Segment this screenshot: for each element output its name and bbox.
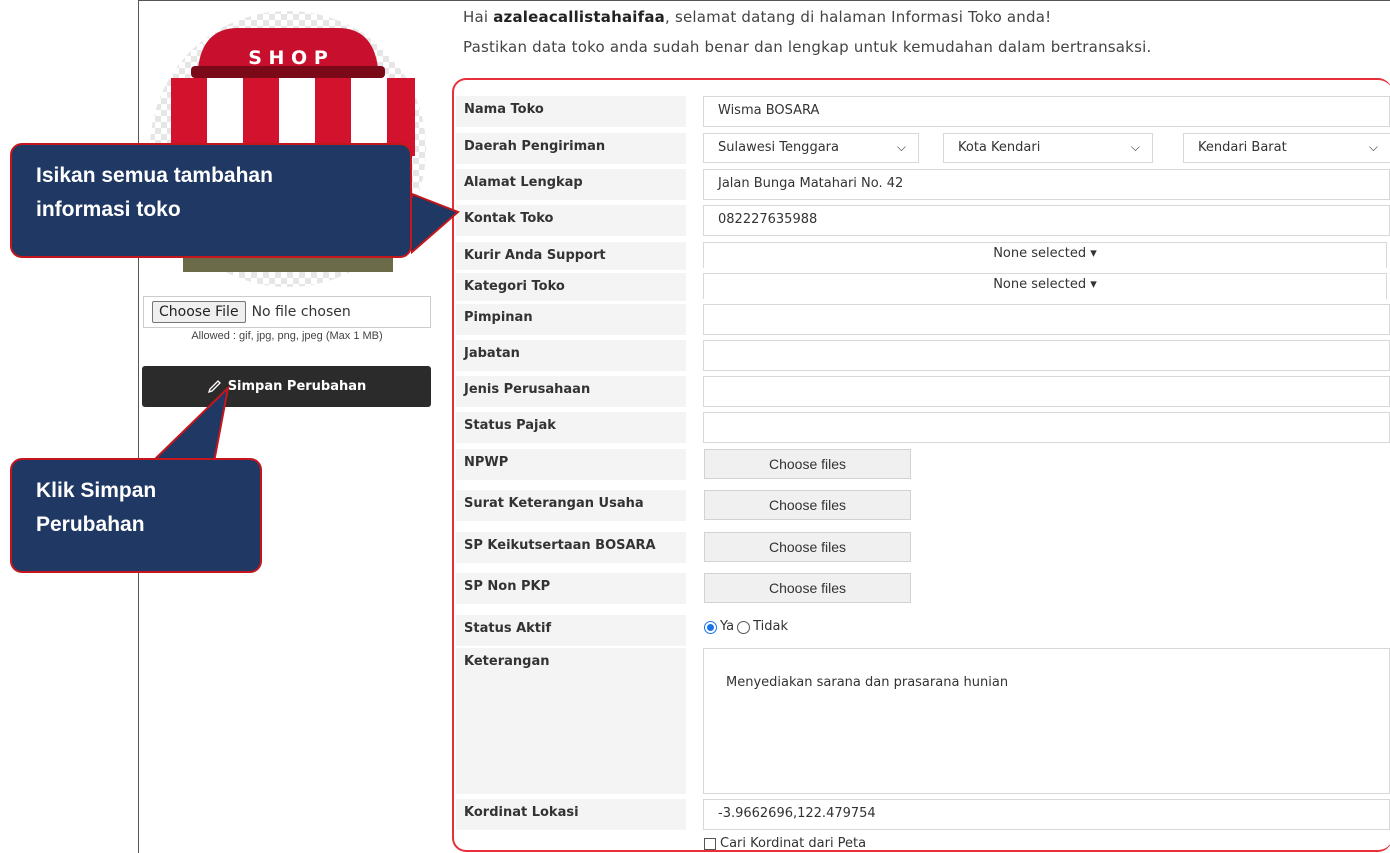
radio-tidak-label: Tidak bbox=[753, 619, 789, 634]
radio-ya-label: Ya bbox=[720, 619, 735, 634]
label-sp-pkp: SP Non PKP bbox=[456, 573, 686, 604]
label-kordinat: Kordinat Lokasi bbox=[456, 799, 686, 830]
username: azaleacallistahaifaa bbox=[493, 8, 666, 26]
alamat-input[interactable]: Jalan Bunga Matahari No. 42 bbox=[703, 169, 1390, 200]
row-daerah: Daerah Pengiriman Sulawesi Tenggara ⌵ Kot… bbox=[456, 133, 1390, 164]
sp-pkp-file-button[interactable]: Choose files bbox=[704, 573, 911, 603]
row-pimpinan: Pimpinan bbox=[456, 304, 1390, 335]
radio-ya[interactable] bbox=[704, 621, 717, 634]
cari-kordinat-option[interactable]: Cari Kordinat dari Peta bbox=[704, 836, 866, 851]
label-status-aktif: Status Aktif bbox=[456, 615, 686, 646]
npwp-file-button[interactable]: Choose files bbox=[704, 449, 911, 479]
callout-info: Isikan semua tambahan informasi toko bbox=[10, 143, 412, 258]
status-aktif-options: Ya Tidak bbox=[704, 619, 788, 634]
greeting-line: Hai azaleacallistahaifaa, selamat datang… bbox=[463, 8, 1052, 26]
callout-save: Klik Simpan Perubahan bbox=[10, 458, 262, 573]
allowed-formats: Allowed : gif, jpg, png, jpeg (Max 1 MB) bbox=[191, 330, 383, 342]
label-nama-toko: Nama Toko bbox=[456, 96, 686, 127]
pajak-input[interactable] bbox=[703, 412, 1390, 443]
row-keterangan: Keterangan Menyediakan sarana dan prasar… bbox=[456, 648, 1390, 794]
row-sp-pkp: SP Non PKP Choose files bbox=[456, 573, 1390, 604]
label-alamat: Alamat Lengkap bbox=[456, 169, 686, 200]
pimpinan-input[interactable] bbox=[703, 304, 1390, 335]
label-daerah: Daerah Pengiriman bbox=[456, 133, 686, 164]
radio-tidak[interactable] bbox=[737, 621, 751, 634]
row-jenis: Jenis Perusahaan bbox=[456, 376, 1390, 407]
keterangan-textarea[interactable]: Menyediakan sarana dan prasarana hunian bbox=[703, 648, 1390, 794]
choose-file-button[interactable]: Choose File bbox=[152, 301, 246, 323]
district-select[interactable]: Kendari Barat ⌵ bbox=[1183, 133, 1390, 163]
sp-bosara-file-button[interactable]: Choose files bbox=[704, 532, 911, 562]
chevron-down-icon: ⌵ bbox=[896, 140, 906, 154]
shop-logo-text: S H O P bbox=[248, 47, 328, 69]
row-jabatan: Jabatan bbox=[456, 340, 1390, 371]
cari-kordinat-label: Cari Kordinat dari Peta bbox=[720, 836, 867, 851]
row-npwp: NPWP Choose files bbox=[456, 449, 1390, 480]
callout-save-tail bbox=[149, 385, 230, 465]
row-status-aktif: Status Aktif Ya Tidak bbox=[456, 615, 1390, 646]
label-jabatan: Jabatan bbox=[456, 340, 686, 371]
chevron-down-icon: ⌵ bbox=[1368, 140, 1378, 154]
row-sp-bosara: SP Keikutsertaan BOSARA Choose files bbox=[456, 532, 1390, 563]
label-sp-bosara: SP Keikutsertaan BOSARA bbox=[456, 532, 686, 563]
row-alamat: Alamat Lengkap Jalan Bunga Matahari No. … bbox=[456, 169, 1390, 200]
row-kurir: Kurir Anda Support None selected ▾ bbox=[456, 242, 1390, 270]
row-kategori: Kategori Toko None selected ▾ bbox=[456, 273, 1390, 301]
row-kordinat: Kordinat Lokasi -3.9662696,122.479754 bbox=[456, 799, 1390, 830]
row-pajak: Status Pajak bbox=[456, 412, 1390, 443]
row-nama-toko: Nama Toko Wisma BOSARA bbox=[456, 96, 1390, 127]
row-kontak: Kontak Toko 082227635988 bbox=[456, 205, 1390, 236]
greeting-note: Pastikan data toko anda sudah benar dan … bbox=[463, 38, 1152, 56]
label-sku: Surat Keterangan Usaha bbox=[456, 490, 686, 521]
jabatan-input[interactable] bbox=[703, 340, 1390, 371]
label-pimpinan: Pimpinan bbox=[456, 304, 686, 335]
province-select[interactable]: Sulawesi Tenggara ⌵ bbox=[703, 133, 919, 163]
kategori-multiselect[interactable]: None selected ▾ bbox=[703, 273, 1387, 299]
nama-toko-input[interactable]: Wisma BOSARA bbox=[703, 96, 1390, 127]
chevron-down-icon: ⌵ bbox=[1130, 140, 1140, 154]
kontak-input[interactable]: 082227635988 bbox=[703, 205, 1390, 236]
label-pajak: Status Pajak bbox=[456, 412, 686, 443]
label-jenis: Jenis Perusahaan bbox=[456, 376, 686, 407]
file-status: No file chosen bbox=[251, 304, 351, 320]
label-keterangan: Keterangan bbox=[456, 648, 686, 794]
row-sku: Surat Keterangan Usaha Choose files bbox=[456, 490, 1390, 521]
cari-kordinat-checkbox[interactable] bbox=[704, 837, 716, 850]
label-kategori: Kategori Toko bbox=[456, 273, 686, 301]
kurir-multiselect[interactable]: None selected ▾ bbox=[703, 242, 1387, 268]
city-select[interactable]: Kota Kendari ⌵ bbox=[943, 133, 1153, 163]
kordinat-input[interactable]: -3.9662696,122.479754 bbox=[703, 799, 1390, 830]
jenis-input[interactable] bbox=[703, 376, 1390, 407]
sku-file-button[interactable]: Choose files bbox=[704, 490, 911, 520]
label-kurir: Kurir Anda Support bbox=[456, 242, 686, 270]
logo-file-input[interactable]: Choose File No file chosen bbox=[143, 296, 431, 328]
label-npwp: NPWP bbox=[456, 449, 686, 480]
label-kontak: Kontak Toko bbox=[456, 205, 686, 236]
